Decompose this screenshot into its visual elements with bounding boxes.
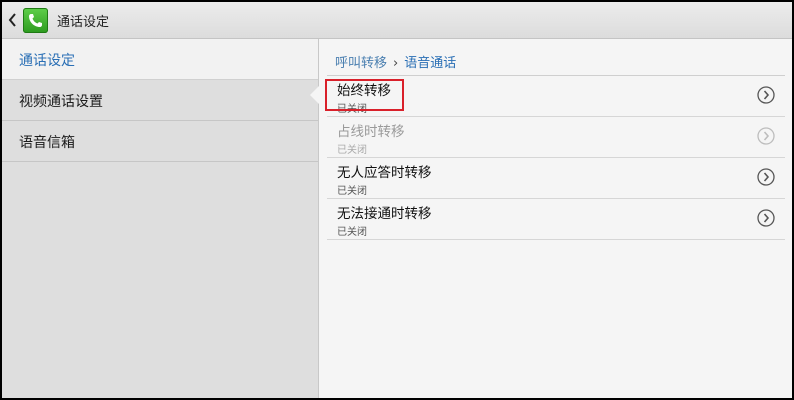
breadcrumb-current: 语音通话 (404, 56, 457, 71)
circle-chevron-right-icon (757, 168, 775, 186)
breadcrumb: 呼叫转移 › 语音通话 (335, 52, 456, 71)
row-title: 占线时转移 (337, 124, 405, 140)
row-unreachable-forward[interactable]: 无法接通时转移 已关闭 (327, 199, 785, 240)
sidebar-item-label: 通话设定 (19, 53, 75, 69)
sidebar-item-video-call-settings[interactable]: 视频通话设置 (2, 80, 318, 121)
row-no-answer-forward[interactable]: 无人应答时转移 已关闭 (327, 158, 785, 199)
sidebar: 通话设定 视频通话设置 语音信箱 (2, 39, 319, 398)
screen: 通话设定 通话设定 视频通话设置 语音信箱 呼叫转移 › 语音通话 始终转移 已关闭… (2, 2, 792, 398)
row-title: 无人应答时转移 (337, 165, 432, 181)
detail-pane: 呼叫转移 › 语音通话 始终转移 已关闭 占线时转移 已关闭 无人应答时转移 已关闭… (319, 39, 792, 398)
circle-chevron-right-icon (757, 86, 775, 104)
row-status: 已关闭 (337, 186, 367, 197)
row-title: 无法接通时转移 (337, 206, 432, 222)
sidebar-item-label: 视频通话设置 (19, 94, 103, 110)
back-chevron-icon[interactable] (8, 12, 24, 28)
sidebar-item-call-settings[interactable]: 通话设定 (2, 39, 318, 80)
circle-chevron-right-icon (757, 209, 775, 227)
sidebar-item-voicemail[interactable]: 语音信箱 (2, 121, 318, 162)
circle-chevron-right-icon (757, 127, 775, 145)
breadcrumb-parent[interactable]: 呼叫转移 (335, 56, 387, 71)
actionbar-title: 通话设定 (57, 15, 110, 30)
highlight-box (325, 79, 404, 111)
row-status: 已关闭 (337, 227, 367, 238)
selection-pointer (310, 86, 319, 104)
action-bar: 通话设定 (2, 2, 792, 39)
breadcrumb-separator: › (393, 56, 399, 71)
row-status: 已关闭 (337, 145, 367, 156)
phone-icon[interactable] (23, 8, 48, 33)
sidebar-item-label: 语音信箱 (19, 135, 75, 151)
row-busy-forward: 占线时转移 已关闭 (327, 117, 785, 158)
